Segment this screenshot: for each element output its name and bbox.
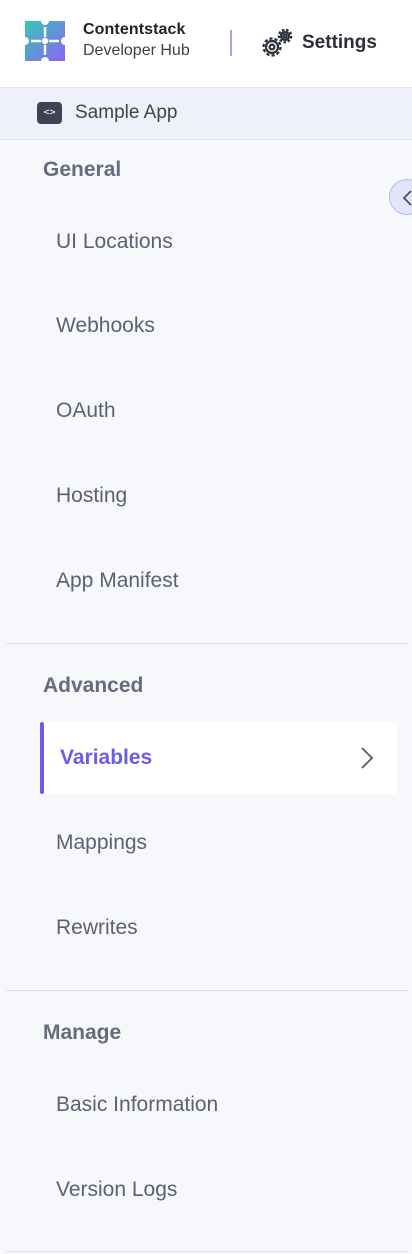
nav-item-version-logs[interactable]: Version Logs [56, 1178, 177, 1202]
nav-item-rewrites[interactable]: Rewrites [56, 916, 138, 940]
code-icon: <> [37, 102, 62, 124]
contentstack-logo-icon[interactable] [25, 21, 65, 61]
active-indicator [40, 722, 44, 794]
collapse-sidebar-button[interactable] [389, 179, 412, 215]
nav-item-variables-label: Variables [60, 746, 153, 769]
section-divider [6, 643, 408, 644]
section-divider [6, 1251, 408, 1252]
gears-icon [262, 28, 293, 57]
nav-item-oauth[interactable]: OAuth [56, 399, 116, 423]
section-title-general: General [43, 158, 122, 181]
app-name: Sample App [75, 102, 178, 123]
section-title-advanced: Advanced [43, 674, 144, 697]
nav-item-ui-locations[interactable]: UI Locations [56, 230, 173, 254]
section-title-manage: Manage [43, 1021, 122, 1044]
nav-item-webhooks[interactable]: Webhooks [56, 314, 155, 338]
brand-subtitle: Developer Hub [83, 42, 190, 59]
nav-item-variables[interactable]: Variables [40, 722, 397, 794]
settings-title: Settings [302, 32, 377, 53]
section-divider [6, 990, 408, 991]
nav-item-hosting[interactable]: Hosting [56, 484, 127, 508]
brand-name: Contentstack [83, 21, 186, 38]
chevron-left-icon [402, 190, 412, 206]
chevron-right-icon [361, 747, 374, 769]
nav-item-mappings[interactable]: Mappings [56, 831, 147, 855]
header-divider [230, 30, 232, 56]
nav-item-basic-information[interactable]: Basic Information [56, 1093, 218, 1117]
app-selector[interactable]: <> Sample App [0, 88, 412, 140]
header: Contentstack Developer Hub Settings [0, 0, 412, 88]
nav-item-app-manifest[interactable]: App Manifest [56, 569, 179, 593]
